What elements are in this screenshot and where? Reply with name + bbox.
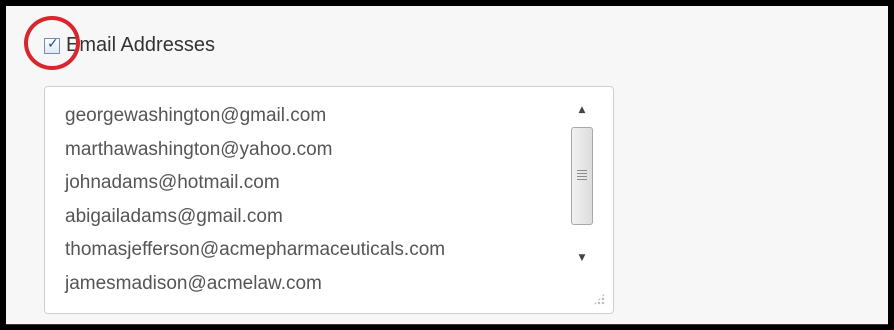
- email-line: jamesmadison@acmelaw.com: [65, 272, 322, 294]
- email-line: georgewashington@gmail.com: [65, 105, 327, 126]
- email-line: johnadams@hotmail.com: [65, 172, 280, 194]
- vertical-scrollbar[interactable]: ▲ ▼: [569, 101, 595, 271]
- email-addresses-option[interactable]: ✓ Email Addresses: [44, 34, 215, 57]
- scroll-up-arrow-icon[interactable]: ▲: [569, 101, 595, 119]
- email-line: abigailadams@gmail.com: [65, 205, 283, 227]
- email-export-panel: ✓ Email Addresses georgewashington@gmail…: [6, 6, 888, 325]
- scrollbar-thumb[interactable]: [571, 127, 593, 225]
- check-icon: ✓: [47, 35, 59, 52]
- scroll-down-arrow-icon[interactable]: ▼: [569, 249, 595, 267]
- email-addresses-checkbox[interactable]: ✓: [44, 35, 60, 54]
- email-list: georgewashington@gmail.com marthawashing…: [65, 99, 445, 301]
- email-addresses-textarea[interactable]: georgewashington@gmail.com marthawashing…: [44, 86, 614, 314]
- email-addresses-label[interactable]: Email Addresses: [66, 34, 215, 57]
- email-line: thomasjefferson@acmepharmaceuticals.com: [65, 239, 446, 261]
- email-line: marthawashington@yahoo.com: [65, 138, 333, 160]
- resize-grip-icon[interactable]: [593, 293, 605, 305]
- thumb-grip-icon: [577, 170, 587, 180]
